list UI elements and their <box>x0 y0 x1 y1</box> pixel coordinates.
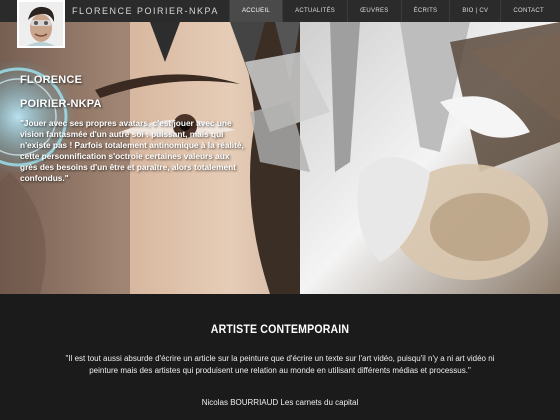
nav-item-actualites[interactable]: ACTUALITÉS <box>282 0 347 22</box>
nav-item-contact[interactable]: CONTACT <box>500 0 556 22</box>
avatar[interactable] <box>17 0 65 48</box>
nav-item-bio-cv[interactable]: BIO | CV <box>449 0 500 22</box>
citation-text: "Il est tout aussi absurde d'écrire un a… <box>65 354 495 376</box>
hero-quote: "Jouer avec ses propres avatars, c'est j… <box>20 118 244 184</box>
top-header: FLORENCE POIRIER-NKPA ACCUEIL ACTUALITÉS… <box>0 0 560 22</box>
artist-last-name: POIRIER-NKPA <box>20 98 102 110</box>
hero-text-block: FLORENCE POIRIER-NKPA "Jouer avec ses pr… <box>20 74 248 185</box>
main-nav: ACCUEIL ACTUALITÉS ŒUVRES ÉCRITS BIO | C… <box>228 0 556 22</box>
nav-item-ecrits[interactable]: ÉCRITS <box>400 0 450 22</box>
nav-item-accueil[interactable]: ACCUEIL <box>228 0 283 22</box>
site-name[interactable]: FLORENCE POIRIER-NKPA <box>72 6 219 16</box>
intro-section: ARTISTE CONTEMPORAIN "Il est tout aussi … <box>0 294 560 420</box>
artist-first-name: FLORENCE <box>20 74 83 86</box>
section-title: ARTISTE CONTEMPORAIN <box>210 322 350 336</box>
nav-item-oeuvres[interactable]: ŒUVRES <box>347 0 400 22</box>
hero-banner: FLORENCE POIRIER-NKPA "Jouer avec ses pr… <box>0 22 560 294</box>
citation-author: Nicolas BOURRIAUD Les carnets du capital <box>201 398 359 407</box>
avatar-portrait-image <box>19 2 63 46</box>
